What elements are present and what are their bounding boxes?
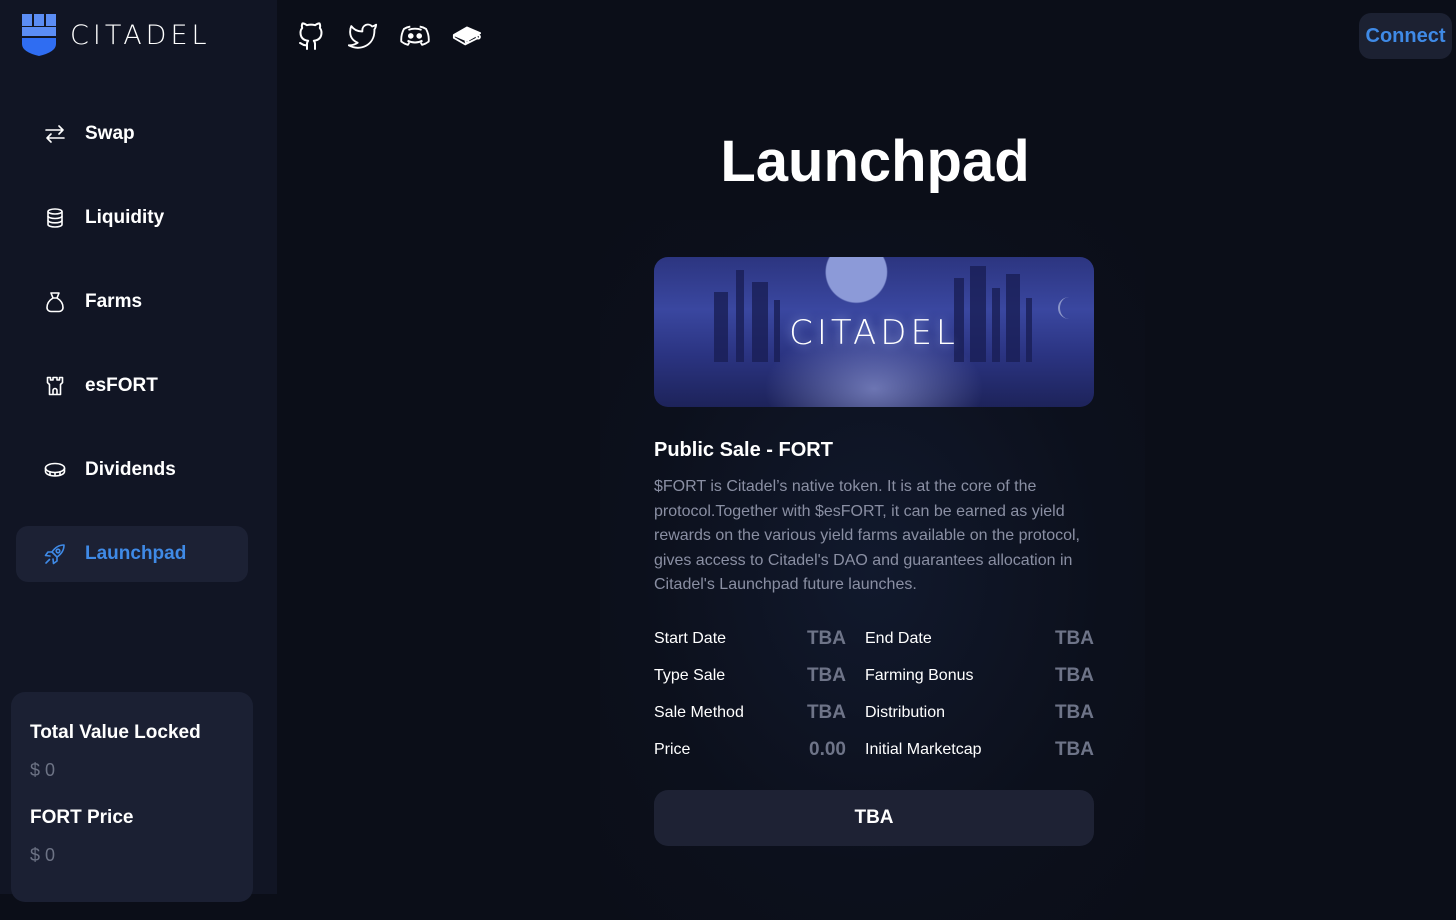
fort-price-label: FORT Price <box>30 807 134 828</box>
detail-value: TBA <box>1054 627 1094 649</box>
discord-icon[interactable] <box>400 18 430 52</box>
money-bag-icon <box>44 291 66 313</box>
sale-banner-image: CITADEL <box>654 257 1094 407</box>
detail-start-date: Start Date TBA <box>654 628 865 650</box>
sidebar-item-esfort[interactable]: esFORT <box>16 358 248 414</box>
detail-sale-method: Sale Method TBA <box>654 702 865 724</box>
detail-value: TBA <box>806 664 846 686</box>
detail-label: Initial Marketcap <box>865 740 982 758</box>
page-title: Launchpad <box>720 129 1030 194</box>
detail-end-date: End Date TBA <box>865 628 1094 650</box>
sidebar-item-label: Farms <box>85 291 143 312</box>
detail-value: TBA <box>1054 664 1094 686</box>
sale-card: CITADEL Public Sale - FORT $FORT is Cita… <box>654 257 1094 846</box>
sale-title: Public Sale - FORT <box>654 439 833 461</box>
docs-book-icon[interactable] <box>452 18 482 52</box>
castle-tower-icon <box>44 375 66 397</box>
sidebar-item-launchpad[interactable]: Launchpad <box>16 526 248 582</box>
detail-label: Distribution <box>865 703 946 721</box>
detail-label: Type Sale <box>654 666 726 684</box>
detail-type-sale: Type Sale TBA <box>654 665 865 687</box>
sidebar-item-liquidity[interactable]: Liquidity <box>16 190 248 246</box>
sidebar-item-farms[interactable]: Farms <box>16 274 248 330</box>
coin-icon <box>44 459 66 481</box>
tvl-label: Total Value Locked <box>30 722 201 743</box>
detail-value: 0.00 <box>809 738 846 760</box>
fort-price-value: $ 0 <box>30 845 56 865</box>
sidebar-item-label: esFORT <box>85 375 158 396</box>
detail-distribution: Distribution TBA <box>865 702 1094 724</box>
detail-value: TBA <box>1054 738 1094 760</box>
detail-value: TBA <box>806 701 846 723</box>
sale-description: $FORT is Citadel’s native token. It is a… <box>654 478 1080 593</box>
detail-label: Farming Bonus <box>865 666 974 684</box>
connect-wallet-button[interactable]: Connect <box>1359 13 1452 59</box>
detail-initial-marketcap: Initial Marketcap TBA <box>865 739 1094 761</box>
github-icon[interactable] <box>296 18 326 52</box>
citadel-shield-icon <box>22 14 56 56</box>
social-links <box>296 18 482 52</box>
detail-value: TBA <box>1054 701 1094 723</box>
twitter-icon[interactable] <box>348 18 378 52</box>
detail-price: Price 0.00 <box>654 739 865 761</box>
rocket-icon <box>44 543 66 565</box>
detail-label: Sale Method <box>654 703 744 721</box>
database-icon <box>44 207 66 229</box>
sidebar-item-label: Liquidity <box>85 207 165 228</box>
detail-farming-bonus: Farming Bonus TBA <box>865 665 1094 687</box>
detail-label: Start Date <box>654 629 727 647</box>
sidebar-item-label: Launchpad <box>85 543 187 564</box>
citadel-logo[interactable]: CITADEL <box>22 14 211 56</box>
brand-name: CITADEL <box>70 19 211 51</box>
tvl-value: $ 0 <box>30 760 56 780</box>
sidebar-item-dividends[interactable]: Dividends <box>16 442 248 498</box>
detail-label: End Date <box>865 629 932 647</box>
detail-label: Price <box>654 740 691 758</box>
sale-details: Start Date TBA End Date TBA Type Sale TB… <box>654 628 1094 761</box>
sidebar-item-label: Dividends <box>85 459 176 480</box>
sale-action-button[interactable]: TBA <box>654 789 1094 846</box>
banner-logo-text: CITADEL <box>789 313 959 353</box>
detail-value: TBA <box>806 627 846 649</box>
stats-panel: Total Value Locked $ 0 FORT Price $ 0 <box>11 692 253 902</box>
